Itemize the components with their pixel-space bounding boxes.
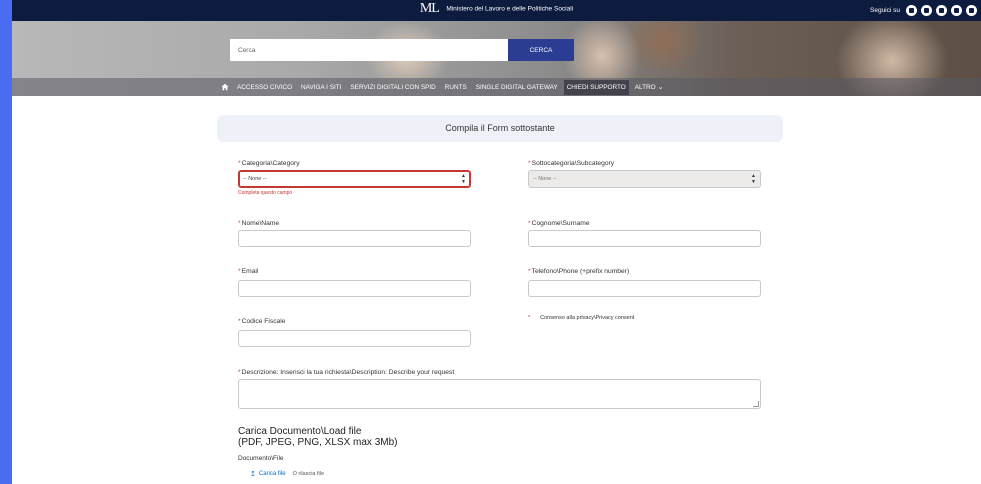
follow-label: Seguici su bbox=[870, 7, 900, 14]
resize-handle-icon[interactable] bbox=[753, 401, 759, 407]
home-icon[interactable] bbox=[220, 78, 230, 96]
telefono-label: *Telefono\Phone (+prefix number) bbox=[528, 268, 629, 275]
required-mark: * bbox=[528, 220, 531, 227]
nome-label-text: Nome\Name bbox=[241, 220, 280, 227]
nav-runts[interactable]: RUNTS bbox=[445, 84, 467, 91]
required-mark: * bbox=[528, 268, 531, 275]
codice-fiscale-label-text: Codice Fiscale bbox=[241, 318, 286, 325]
ministry-logo: ML bbox=[419, 0, 440, 16]
nav-naviga-i-siti[interactable]: NAVIGA I SITI bbox=[301, 84, 341, 91]
sottocategoria-select[interactable]: -- None -- ▲ ▼ bbox=[528, 170, 761, 188]
sottocategoria-label: *Sottocategoria\Subcategory bbox=[528, 160, 614, 167]
upload-file-button[interactable]: ↥ Carica file bbox=[250, 470, 286, 478]
email-label: *Email bbox=[238, 268, 258, 275]
nav-accesso-civico[interactable]: ACCESSO CIVICO bbox=[237, 84, 292, 91]
twitter-icon[interactable] bbox=[921, 5, 932, 16]
ministry-brand[interactable]: ML Ministero del Lavoro e delle Politich… bbox=[12, 0, 981, 21]
cognome-label-text: Cognome\Surname bbox=[531, 220, 590, 227]
facebook-icon[interactable] bbox=[906, 5, 917, 16]
top-bar: ML Ministero del Lavoro e delle Politich… bbox=[12, 0, 981, 21]
telefono-label-text: Telefono\Phone (+prefix number) bbox=[531, 268, 630, 275]
codice-fiscale-label: *Codice Fiscale bbox=[238, 318, 285, 325]
required-mark: * bbox=[238, 318, 241, 325]
nome-label: *Nome\Name bbox=[238, 220, 279, 227]
upload-row: ↥ Carica file O rilascia file bbox=[250, 470, 324, 478]
youtube-icon[interactable] bbox=[951, 5, 962, 16]
search-bar: CERCA bbox=[230, 39, 574, 61]
linkedin-icon[interactable] bbox=[966, 5, 977, 16]
select-arrows-icon: ▲ ▼ bbox=[751, 173, 756, 185]
descrizione-label: *Descrizione: Inserisci la tua richiesta… bbox=[238, 369, 454, 376]
nav-single-digital-gateway[interactable]: SINGLE DIGITAL GATEWAY bbox=[476, 84, 558, 91]
upload-title-line2: (PDF, JPEG, PNG, XLSX max 3Mb) bbox=[238, 437, 398, 448]
social-links: Seguici su bbox=[870, 4, 981, 17]
cognome-input[interactable] bbox=[528, 230, 761, 247]
required-mark: * bbox=[238, 268, 241, 275]
cognome-label: *Cognome\Surname bbox=[528, 220, 590, 227]
search-input[interactable] bbox=[230, 39, 508, 61]
drop-file-label: O rilascia file bbox=[292, 471, 325, 477]
upload-icon: ↥ bbox=[250, 471, 256, 478]
upload-file-label: Carica file bbox=[258, 471, 286, 477]
telefono-input[interactable] bbox=[528, 280, 761, 297]
main-nav: ACCESSO CIVICO NAVIGA I SITI SERVIZI DIG… bbox=[12, 78, 981, 96]
nav-servizi-digitali[interactable]: SERVIZI DIGITALI CON SPID bbox=[350, 84, 435, 91]
categoria-label: *Categoria\Category bbox=[238, 160, 300, 167]
categoria-select[interactable]: -- None -- ▲ ▼ bbox=[238, 170, 471, 188]
categoria-error: Completa questo campo bbox=[238, 190, 293, 196]
browser-page: ML Ministero del Lavoro e delle Politich… bbox=[12, 0, 981, 484]
upload-subtitle: Documento\File bbox=[238, 455, 284, 462]
email-input[interactable] bbox=[238, 280, 471, 297]
form-header: Compila il Form sottostante bbox=[217, 115, 783, 142]
consenso-label-text[interactable]: Consenso alla privacy\Privacy consent bbox=[540, 315, 634, 321]
descrizione-label-text: Descrizione: Inserisci la tua richiesta\… bbox=[241, 369, 455, 376]
codice-fiscale-input[interactable] bbox=[238, 330, 471, 347]
nav-altro-label: ALTRO bbox=[634, 84, 656, 91]
nav-chiedi-supporto[interactable]: CHIEDI SUPPORTO bbox=[563, 79, 629, 95]
required-mark: * bbox=[528, 160, 531, 167]
nome-input[interactable] bbox=[238, 230, 471, 247]
sottocategoria-label-text: Sottocategoria\Subcategory bbox=[531, 160, 615, 167]
required-mark: * bbox=[238, 220, 241, 227]
chevron-down-icon: ⌄ bbox=[657, 84, 664, 91]
categoria-label-text: Categoria\Category bbox=[241, 160, 300, 167]
categoria-select-value: -- None -- bbox=[243, 176, 267, 182]
required-mark: * bbox=[238, 160, 241, 167]
required-mark: * bbox=[528, 315, 531, 321]
sottocategoria-select-value: -- None -- bbox=[533, 176, 557, 182]
search-button[interactable]: CERCA bbox=[508, 39, 574, 61]
select-arrows-icon: ▲ ▼ bbox=[461, 173, 466, 185]
ministry-name: Ministero del Lavoro e delle Politiche S… bbox=[446, 5, 574, 13]
descrizione-textarea[interactable] bbox=[238, 379, 761, 409]
upload-title: Carica Documento\Load file (PDF, JPEG, P… bbox=[238, 426, 397, 448]
instagram-icon[interactable] bbox=[936, 5, 947, 16]
email-label-text: Email bbox=[241, 268, 259, 275]
nav-altro[interactable]: ALTRO ⌄ bbox=[635, 83, 664, 91]
upload-title-line1: Carica Documento\Load file bbox=[238, 426, 362, 437]
consenso-label: * Consenso alla privacy\Privacy consent bbox=[528, 315, 634, 321]
required-mark: * bbox=[238, 369, 241, 376]
